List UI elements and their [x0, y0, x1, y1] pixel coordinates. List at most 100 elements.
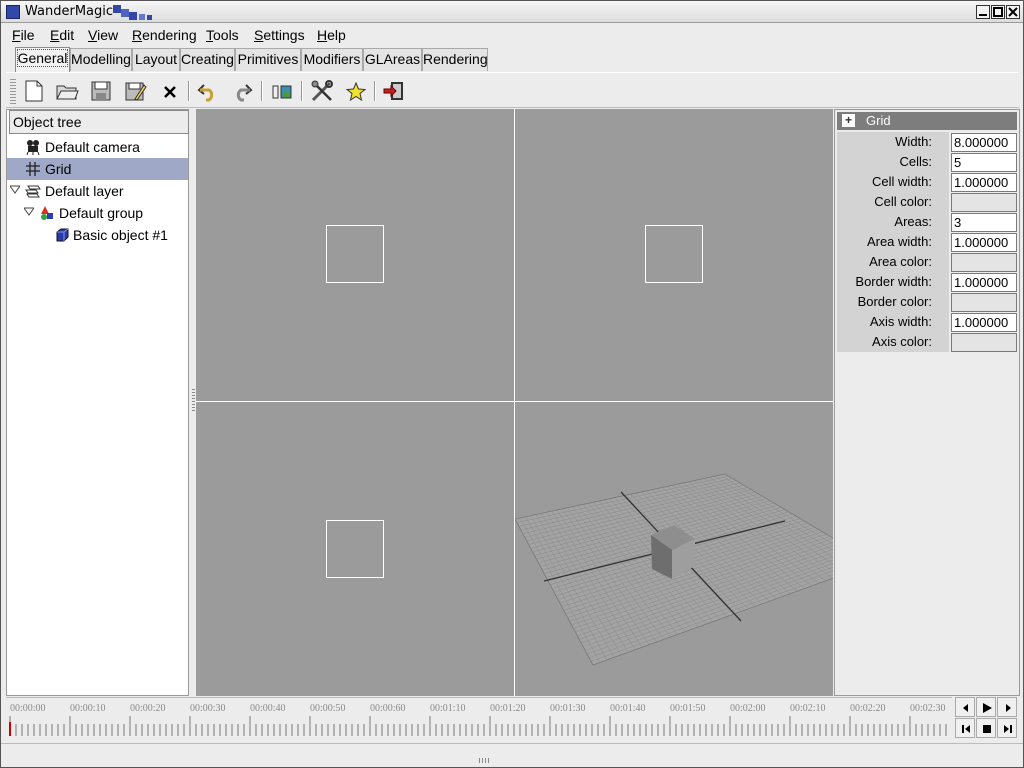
delete-button[interactable] — [156, 77, 184, 105]
prop-row-width: Width: 8.000000 — [837, 132, 1017, 152]
menu-rendering[interactable]: Rendering — [132, 27, 197, 43]
go-end-icon — [1004, 725, 1012, 733]
prop-row-cell-color: Cell color: — [837, 192, 1017, 212]
prop-row-axis-color: Axis color: — [837, 332, 1017, 352]
timeline-label: 00:00:00 — [10, 703, 46, 714]
prop-area-color-picker[interactable] — [951, 253, 1017, 272]
menu-file[interactable]: File — [12, 27, 35, 43]
timeline-label: 00:00:20 — [130, 703, 166, 714]
tree-node-default-camera[interactable]: Default camera — [7, 136, 188, 158]
prop-label: Border width: — [837, 272, 949, 292]
menu-settings[interactable]: Settings — [254, 27, 305, 43]
tab-creating[interactable]: Creating — [180, 48, 235, 71]
prop-label: Area color: — [837, 252, 949, 272]
tab-modifiers[interactable]: Modifiers — [301, 48, 363, 71]
render-image-button[interactable] — [268, 77, 296, 105]
prop-row-cells: Cells: 5 — [837, 152, 1017, 172]
tree-node-label: Default camera — [45, 139, 140, 155]
new-file-button[interactable] — [20, 77, 48, 105]
expander-expanded-icon[interactable] — [24, 207, 34, 217]
prop-axis-width-field[interactable]: 1.000000 — [951, 313, 1017, 332]
timeline-label: 00:02:00 — [730, 703, 766, 714]
prop-border-width-field[interactable]: 1.000000 — [951, 273, 1017, 292]
prop-row-axis-width: Axis width: 1.000000 — [837, 312, 1017, 332]
menu-help[interactable]: Help — [317, 27, 346, 43]
tree-node-default-layer[interactable]: Default layer — [7, 180, 188, 202]
expander-expanded-icon[interactable] — [10, 185, 20, 195]
prop-label: Cell width: — [837, 172, 949, 192]
menu-edit[interactable]: Edit — [50, 27, 74, 43]
object-tree-panel: Object tree Default camera Grid Default … — [6, 109, 189, 696]
maximize-button[interactable] — [991, 5, 1005, 19]
tree-node-grid[interactable]: Grid — [7, 158, 188, 180]
splitter-grip-icon[interactable] — [192, 387, 195, 413]
tab-rendering[interactable]: Rendering — [422, 48, 488, 71]
save-as-button[interactable] — [121, 77, 149, 105]
tree-node-basic-object[interactable]: Basic object #1 — [7, 224, 188, 246]
go-end-button[interactable] — [997, 718, 1017, 738]
properties-header[interactable]: + Grid — [837, 112, 1017, 130]
viewport-divider-horizontal[interactable] — [196, 401, 833, 402]
prop-width-field[interactable]: 8.000000 — [951, 133, 1017, 152]
app-window: WanderMagic File Edit View Rendering Too… — [0, 0, 1024, 768]
toolbar-handle[interactable] — [10, 77, 16, 105]
prop-cells-field[interactable]: 5 — [951, 153, 1017, 172]
tab-layout[interactable]: Layout — [132, 48, 180, 71]
prop-area-width-field[interactable]: 1.000000 — [951, 233, 1017, 252]
toolbar-separator — [301, 81, 303, 101]
status-resize-grip-icon[interactable] — [477, 758, 491, 763]
step-forward-button[interactable] — [997, 697, 1017, 717]
tab-glareas[interactable]: GLAreas — [363, 48, 422, 71]
properties-title: Grid — [866, 113, 891, 128]
tree-node-default-group[interactable]: Default group — [7, 202, 188, 224]
title-bar[interactable]: WanderMagic — [1, 1, 1023, 23]
toolbar-separator — [261, 81, 263, 101]
tools-icon — [311, 80, 333, 102]
expand-plus-icon[interactable]: + — [842, 114, 855, 127]
viewport-bottom-left-object — [326, 520, 384, 578]
tab-modelling[interactable]: Modelling — [70, 48, 132, 71]
save-icon — [91, 81, 111, 101]
step-back-button[interactable] — [955, 697, 975, 717]
prop-label: Area width: — [837, 232, 949, 252]
timeline-label: 00:02:30 — [910, 703, 946, 714]
tools-button[interactable] — [308, 77, 336, 105]
tab-general[interactable]: General — [15, 47, 70, 72]
redo-button[interactable] — [228, 77, 256, 105]
exit-icon — [383, 82, 403, 100]
perspective-viewport[interactable] — [515, 403, 833, 696]
favorite-button[interactable] — [342, 77, 370, 105]
menu-view[interactable]: View — [88, 27, 118, 43]
prop-border-color-picker[interactable] — [951, 293, 1017, 312]
timeline-label: 00:02:20 — [850, 703, 886, 714]
object-tree-header[interactable]: Object tree — [9, 110, 189, 134]
prop-label: Cell color: — [837, 192, 949, 212]
prop-axis-color-picker[interactable] — [951, 333, 1017, 352]
open-button[interactable] — [53, 77, 81, 105]
status-bar — [1, 743, 1023, 767]
step-back-icon — [963, 704, 968, 712]
prop-cell-width-field[interactable]: 1.000000 — [951, 173, 1017, 192]
toolbar — [6, 72, 1019, 108]
close-button[interactable] — [1006, 5, 1020, 19]
stop-button[interactable] — [976, 718, 996, 738]
timeline[interactable]: 00:00:00 00:00:10 00:00:20 00:00:30 00:0… — [6, 697, 952, 741]
window-title: WanderMagic — [25, 4, 114, 19]
prop-areas-field[interactable]: 3 — [951, 213, 1017, 232]
play-button[interactable] — [976, 697, 996, 717]
tree-node-label: Default layer — [45, 183, 124, 199]
viewport-area[interactable] — [196, 109, 833, 696]
go-start-button[interactable] — [955, 718, 975, 738]
timeline-playhead[interactable] — [9, 722, 11, 736]
timeline-label: 00:00:10 — [70, 703, 106, 714]
prop-cell-color-picker[interactable] — [951, 193, 1017, 212]
tab-primitives[interactable]: Primitives — [235, 48, 301, 71]
undo-button[interactable] — [194, 77, 222, 105]
save-button[interactable] — [87, 77, 115, 105]
minimize-button[interactable] — [976, 5, 990, 19]
tree-node-label: Default group — [59, 205, 144, 221]
menu-tools[interactable]: Tools — [206, 27, 239, 43]
go-start-icon — [962, 725, 970, 733]
timeline-label: 00:00:50 — [310, 703, 346, 714]
exit-button[interactable] — [380, 77, 408, 105]
